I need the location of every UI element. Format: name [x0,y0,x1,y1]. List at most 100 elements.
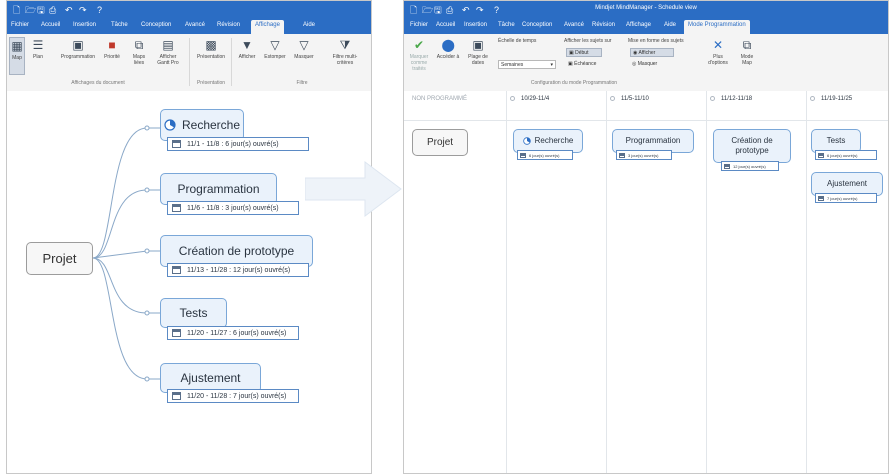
priority-view-button[interactable]: ■ Priorité [101,39,123,61]
schedule-date-ajustement[interactable]: 7 jour(s) ouvré(s) [815,193,877,203]
tab-revision[interactable]: Révision [592,22,615,28]
presentation-button[interactable]: ▩ Présentation [193,39,229,61]
map-view-button[interactable]: ▦ Map [9,37,25,75]
linked-maps-button[interactable]: ⧉ Maps liées [129,38,149,67]
column-dot-icon [510,96,515,101]
date-info-ajustement[interactable]: 11/20 - 11/28 : 7 jour(s) ouvré(s) [167,389,299,403]
schedule-view-button[interactable]: ▣ Programmation [57,38,99,61]
tab-insertion[interactable]: Insertion [464,22,487,28]
group-label-presentation: Présentation [196,80,226,86]
gantt-icon: ▤ [162,38,174,52]
column-header-unscheduled: NON PROGRAMMÉ [412,96,468,102]
filter-hide-button[interactable]: ▽ Masquer [291,38,317,61]
location-pin-icon: ⬤ [441,38,455,52]
filter-dim-button[interactable]: ▽ Estomper [261,38,289,61]
gantt-pro-button[interactable]: ▤ Afficher Gantt Pro [153,38,183,67]
save-icon[interactable]: 🖫 [37,4,45,16]
open-icon[interactable]: 🗁 [25,4,36,16]
tab-mode-programmation[interactable]: Mode Programmation [684,20,750,34]
ribbon-separator [231,38,232,86]
outline-view-button[interactable]: ☰ Plan [28,38,48,61]
transition-arrow-icon [305,161,402,217]
start-option-label: Début [575,50,589,56]
tab-insertion[interactable]: Insertion [73,22,96,28]
print-icon[interactable]: ⎙ [49,4,56,16]
tab-affichage[interactable]: Affichage [251,20,284,34]
redo-icon[interactable]: ↷ [79,4,87,16]
tab-aide[interactable]: Aide [303,22,315,28]
tab-revision[interactable]: Révision [217,22,240,28]
topic-label: Programmation [177,181,260,196]
linked-maps-icon: ⧉ [134,38,144,52]
hide-topics-button[interactable]: ◎ Masquer [630,60,678,71]
show-topics-button[interactable]: ◉ Afficher [630,48,674,57]
map-canvas[interactable]: Projet Recherche 11/1 - 11/8 : 6 jour(s)… [7,91,371,473]
tab-tache[interactable]: Tâche [498,22,515,28]
filter-show-label: Afficher [238,54,256,60]
mark-done-button[interactable]: ✔ Marquer comme traités [406,39,432,73]
date-info-creation-prototype[interactable]: 11/13 - 11/28 : 12 jour(s) ouvré(s) [167,263,309,277]
root-topic[interactable]: Projet [26,242,93,275]
root-topic[interactable]: Projet [412,129,468,156]
goto-button[interactable]: ⬤ Accéder à [436,38,460,61]
tab-affichage[interactable]: Affichage [626,22,651,28]
tab-conception[interactable]: Conception [141,22,171,28]
group-label-filter: Filtre [296,80,308,86]
column-dot-icon [710,96,715,101]
tab-avance[interactable]: Avancé [564,22,584,28]
column-header-week-4: 11/19-11/25 [810,96,852,102]
filter-solid-icon: ▼ [241,38,253,52]
schedule-view-label: Programmation [60,54,96,60]
tab-fichier[interactable]: Fichier [11,22,29,28]
schedule-topic-creation-prototype[interactable]: Création de prototype [713,129,791,163]
date-info-recherche[interactable]: 11/1 - 11/8 : 6 jour(s) ouvré(s) [167,137,309,151]
tab-aide[interactable]: Aide [664,22,676,28]
timescale-label: Échelle de temps [498,38,537,44]
filter-dim-label: Estomper [264,54,286,60]
outline-icon: ☰ [32,38,44,52]
tab-fichier[interactable]: Fichier [410,22,428,28]
date-text: 11/6 - 11/8 : 3 jour(s) ouvré(s) [187,204,279,212]
date-text: 7 jour(s) ouvré(s) [827,195,858,201]
help-icon[interactable]: ? [97,4,102,16]
timescale-select[interactable]: Semaines ▾ [498,60,556,69]
tab-avance[interactable]: Avancé [185,22,205,28]
date-info-tests[interactable]: 11/20 - 11/27 : 6 jour(s) ouvré(s) [167,326,299,340]
more-options-label: Plus d'options [708,54,728,66]
topic-tests[interactable]: Tests [160,298,227,328]
due-option-button[interactable]: ▣ Échéance [566,60,606,71]
filter-outline-icon: ▽ [270,38,280,52]
calendar-icon [818,195,824,201]
multi-filter-icon: ⧩ [339,38,351,52]
multi-filter-button[interactable]: ⧩ Filtre multi-critères [325,38,365,67]
calendar-icon [172,329,181,337]
new-document-icon[interactable]: 🗋 [13,4,20,16]
date-range-label: Plage de dates [468,54,488,66]
date-text: 12 jour(s) ouvré(s) [733,163,766,169]
schedule-date-tests[interactable]: 6 jour(s) ouvré(s) [815,150,877,160]
column-header-label: 11/5-11/10 [621,96,649,103]
schedule-date-creation-prototype[interactable]: 12 jour(s) ouvré(s) [721,161,779,171]
date-text: 11/20 - 11/27 : 6 jour(s) ouvré(s) [187,329,287,337]
calendar-icon: ▣ [72,38,84,52]
map-mode-button[interactable]: ⧉ Mode Map [736,39,758,67]
tab-accueil[interactable]: Accueil [436,22,455,28]
filter-hide-icon: ▽ [299,38,309,52]
date-text: 3 jour(s) ouvré(s) [628,152,659,158]
chevron-down-icon: ▾ [550,62,553,68]
filter-show-button[interactable]: ▼ Afficher [235,38,259,61]
calendar-icon [172,392,181,400]
tab-tache[interactable]: Tâche [111,22,128,28]
tab-accueil[interactable]: Accueil [41,22,60,28]
schedule-date-recherche[interactable]: 6 jour(s) ouvré(s) [517,150,573,160]
start-option-button[interactable]: ▣ Début [566,48,602,57]
multi-filter-label: Filtre multi-critères [332,54,358,66]
tab-conception[interactable]: Conception [522,22,552,28]
column-divider [606,91,607,473]
date-range-button[interactable]: ▣ Plage de dates [466,39,490,67]
more-options-button[interactable]: ✕ Plus d'options [704,39,732,67]
topic-label: Ajustement [826,179,868,189]
schedule-date-programmation[interactable]: 3 jour(s) ouvré(s) [616,150,672,160]
undo-icon[interactable]: ↶ [65,4,73,16]
date-info-programmation[interactable]: 11/6 - 11/8 : 3 jour(s) ouvré(s) [167,201,299,215]
